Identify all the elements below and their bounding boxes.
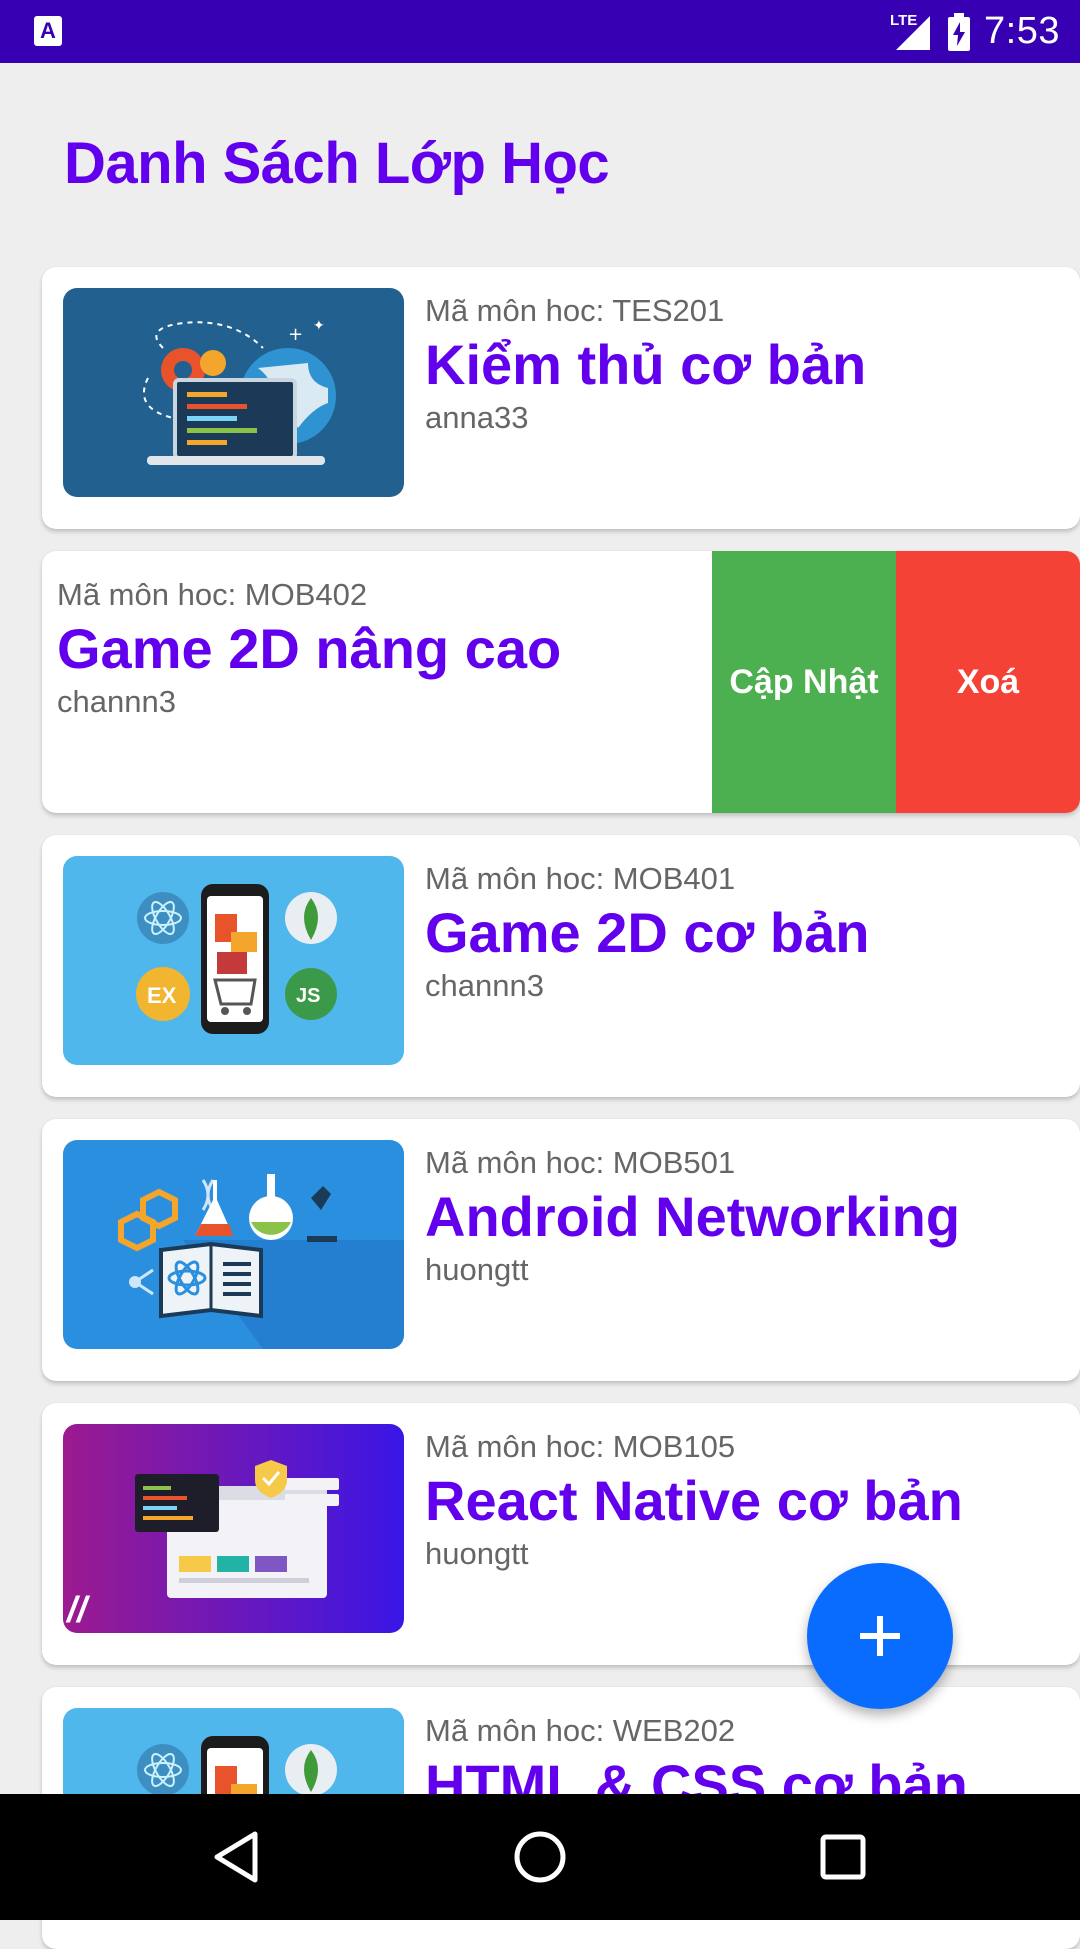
back-button[interactable] xyxy=(203,1824,269,1890)
home-icon xyxy=(514,1831,566,1883)
recents-icon xyxy=(820,1834,866,1880)
course-thumbnail: EX JS xyxy=(63,856,404,1065)
svg-text:JS: JS xyxy=(296,985,320,1007)
course-code: Mã môn hoc: MOB105 xyxy=(425,1429,736,1464)
course-thumbnail xyxy=(63,1140,404,1349)
svg-text:EX: EX xyxy=(147,983,177,1008)
course-teacher: huongtt xyxy=(425,1536,529,1571)
course-name: Game 2D cơ bản xyxy=(425,901,870,964)
course-code: Mã môn hoc: TES201 xyxy=(425,293,725,328)
svg-text:✦: ✦ xyxy=(313,318,325,334)
app-notification-icon: A xyxy=(34,16,62,46)
add-course-button[interactable] xyxy=(807,1563,953,1709)
back-icon xyxy=(214,1831,258,1883)
course-code: Mã môn hoc: WEB202 xyxy=(425,1713,736,1748)
clock: 7:53 xyxy=(984,10,1060,52)
status-bar: A LTE 7:53 xyxy=(0,0,1080,63)
recents-button[interactable] xyxy=(810,1824,876,1890)
course-teacher: anna33 xyxy=(425,400,529,435)
swipe-actions: Cập Nhật Xoá xyxy=(712,551,1080,813)
course-card[interactable]: + ✦ Mã môn hoc: TES201 Kiểm thủ cơ bản a… xyxy=(42,267,1080,529)
page-title: Danh Sách Lớp Học xyxy=(64,131,610,196)
course-card[interactable]: Mã môn hoc: MOB501 Android Networking hu… xyxy=(42,1119,1080,1381)
course-name: Game 2D nâng cao xyxy=(57,617,562,680)
battery-icon xyxy=(948,12,971,51)
course-thumbnail: // xyxy=(63,1424,404,1633)
course-teacher: huongtt xyxy=(425,1252,529,1287)
course-code: Mã môn hoc: MOB401 xyxy=(425,861,736,896)
course-code: Mã môn hoc: MOB402 xyxy=(57,577,368,612)
course-name: Android Networking xyxy=(425,1185,961,1248)
course-teacher: channn3 xyxy=(425,968,544,1003)
home-button[interactable] xyxy=(507,1824,573,1890)
navigation-bar xyxy=(0,1794,1080,1920)
course-card[interactable]: EX JS Mã môn hoc: MOB401 Game 2D cơ bản … xyxy=(42,835,1080,1097)
signal-icon: LTE xyxy=(890,12,934,52)
course-name: React Native cơ bản xyxy=(425,1469,963,1532)
update-button[interactable]: Cập Nhật xyxy=(712,551,896,813)
course-teacher: channn3 xyxy=(57,684,176,719)
plus-icon xyxy=(860,1616,900,1656)
course-card-swiped[interactable]: Mã môn hoc: MOB402 Game 2D nâng cao chan… xyxy=(42,551,1080,813)
delete-button[interactable]: Xoá xyxy=(896,551,1080,813)
course-code: Mã môn hoc: MOB501 xyxy=(425,1145,736,1180)
course-name: Kiểm thủ cơ bản xyxy=(425,333,867,396)
course-thumbnail: + ✦ xyxy=(63,288,404,497)
svg-text:+: + xyxy=(288,324,303,345)
